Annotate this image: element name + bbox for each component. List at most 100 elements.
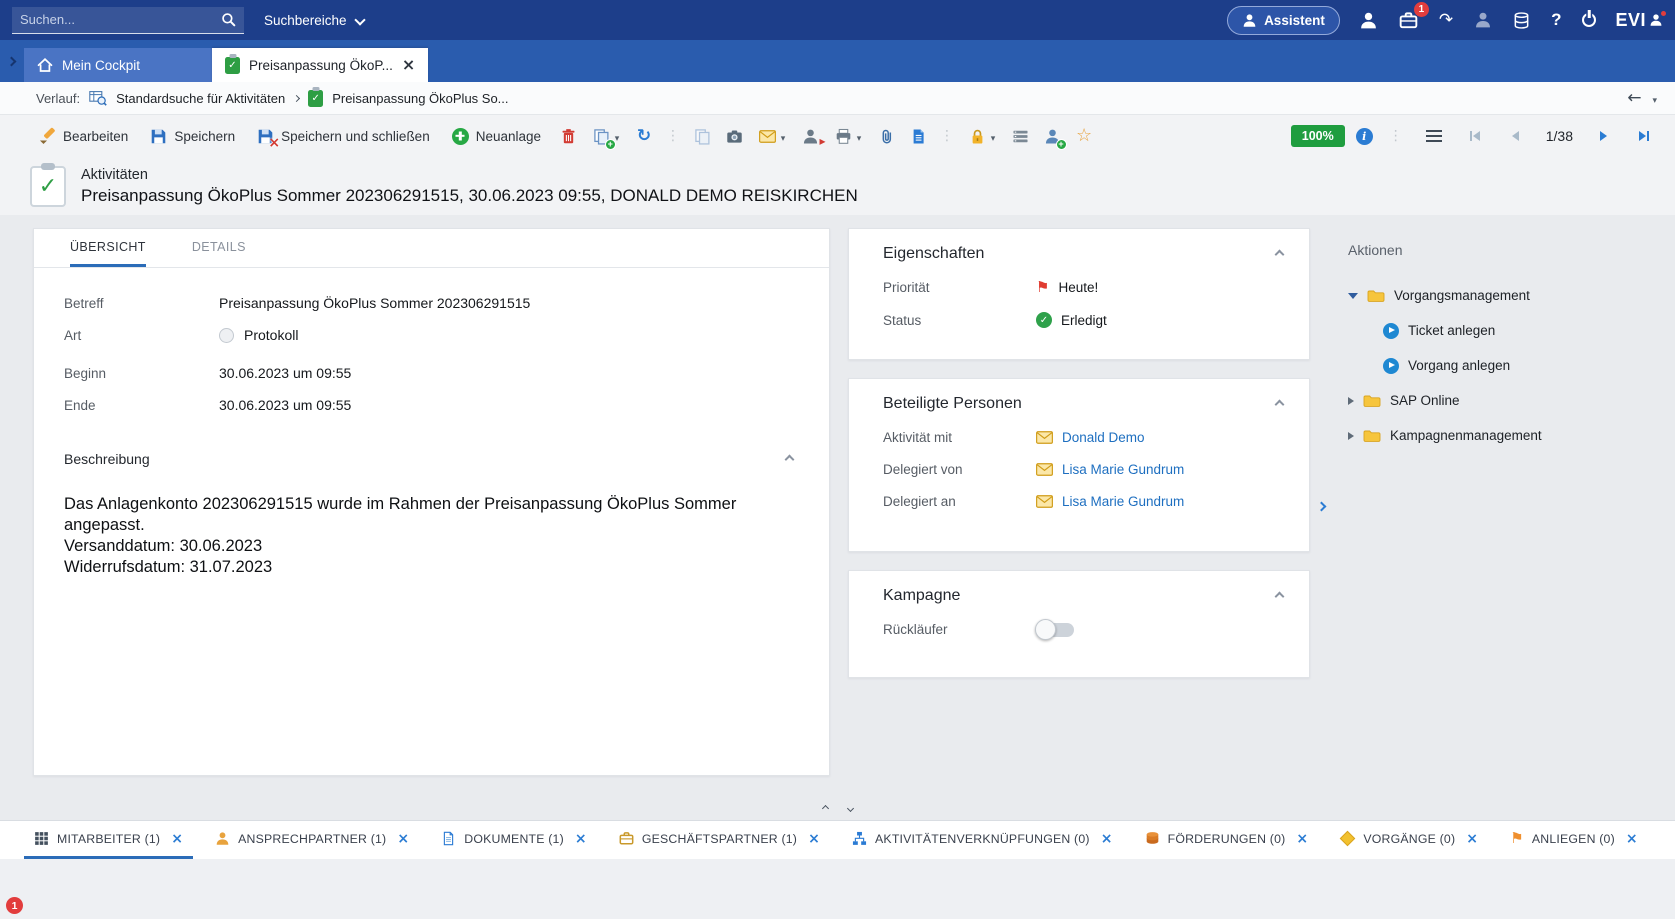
info-icon[interactable] <box>1356 128 1373 145</box>
next-page-button[interactable] <box>1588 121 1618 151</box>
bottom-tab-mitarbeiter[interactable]: MITARBEITER (1) <box>24 821 193 859</box>
splitter-up-icon[interactable] <box>821 804 828 811</box>
prioritaet-value: Heute! <box>1058 280 1098 295</box>
breadcrumb-item-search[interactable]: Standardsuche für Aktivitäten <box>116 91 285 106</box>
toolbar-separator <box>940 129 954 143</box>
close-tab-icon[interactable] <box>1466 831 1478 847</box>
help-button[interactable]: ? <box>1549 8 1563 32</box>
envelope-icon[interactable] <box>1036 463 1053 476</box>
status-check-icon <box>1036 312 1052 328</box>
close-tab-icon[interactable] <box>171 831 183 847</box>
back-icon[interactable] <box>1627 90 1641 107</box>
save-button[interactable]: Speichern <box>140 121 245 151</box>
collapse-card-icon[interactable] <box>1275 591 1285 601</box>
bottom-tab-vorgaenge[interactable]: VORGÄNGE (0) <box>1330 821 1488 859</box>
add-person-button[interactable] <box>1037 121 1067 151</box>
tree-folder-kampagnenmanagement[interactable]: Kampagnenmanagement <box>1330 418 1674 453</box>
tree-folder-vorgangsmanagement[interactable]: Vorgangsmanagement <box>1330 278 1674 313</box>
tab-preisanpassung[interactable]: Preisanpassung ÖkoP... <box>212 48 428 82</box>
bottom-tab-aktivitaetenverknuepfungen[interactable]: AKTIVITÄTENVERKNÜPFUNGEN (0) <box>842 821 1123 859</box>
chevron-collapsed-icon[interactable] <box>1348 432 1354 440</box>
tree-action-ticket-anlegen[interactable]: Ticket anlegen <box>1330 313 1674 348</box>
activity-icon <box>225 57 240 74</box>
dropdown-icon[interactable] <box>781 128 786 144</box>
search-icon[interactable] <box>221 12 236 27</box>
chevron-collapsed-icon[interactable] <box>1348 397 1354 405</box>
search-areas-dropdown[interactable]: Suchbereiche <box>264 13 364 28</box>
close-tab-icon[interactable] <box>402 57 415 73</box>
refresh-button[interactable] <box>629 121 659 151</box>
prev-page-button[interactable] <box>1501 121 1531 151</box>
lock-button[interactable] <box>961 121 1003 151</box>
person-link[interactable]: Lisa Marie Gundrum <box>1062 462 1184 477</box>
collapse-beschreibung-icon[interactable] <box>785 454 795 464</box>
person-link[interactable]: Lisa Marie Gundrum <box>1062 494 1184 509</box>
protokoll-radio[interactable] <box>219 328 234 343</box>
bottom-tab-anliegen[interactable]: ANLIEGEN (0) <box>1500 821 1648 859</box>
history-dropdown-icon[interactable] <box>1652 91 1657 106</box>
bottom-tab-label: ANSPRECHPARTNER (1) <box>238 832 386 846</box>
export-contact-button[interactable] <box>795 121 825 151</box>
bottom-tab-foerderungen[interactable]: FÖRDERUNGEN (0) <box>1135 821 1319 859</box>
aktionen-panel: Aktionen Vorgangsmanagement Ticket anleg… <box>1330 215 1674 819</box>
document-button[interactable] <box>903 121 933 151</box>
tab-details[interactable]: DETAILS <box>192 229 246 267</box>
photo-button[interactable] <box>719 121 749 151</box>
sidebar-expand-icon[interactable] <box>7 56 17 66</box>
activity-search-icon <box>89 90 107 106</box>
panel-splitter <box>0 800 1675 816</box>
queue-button[interactable] <box>1005 121 1035 151</box>
envelope-icon[interactable] <box>1036 495 1053 508</box>
splitter-down-icon[interactable] <box>846 804 853 811</box>
email-button[interactable] <box>751 121 793 151</box>
copy-new-button[interactable] <box>585 121 627 151</box>
bottom-tab-dokumente[interactable]: DOKUMENTE (1) <box>431 821 597 859</box>
close-tab-icon[interactable] <box>397 831 409 847</box>
breadcrumb-item-current[interactable]: Preisanpassung ÖkoPlus So... <box>332 91 508 106</box>
close-tab-icon[interactable] <box>575 831 587 847</box>
attachment-button[interactable] <box>871 121 901 151</box>
tree-action-vorgang-anlegen[interactable]: Vorgang anlegen <box>1330 348 1674 383</box>
bottom-tab-ansprechpartner[interactable]: ANSPRECHPARTNER (1) <box>205 821 419 859</box>
delete-button[interactable] <box>553 121 583 151</box>
copy-button[interactable] <box>687 121 717 151</box>
person-link[interactable]: Donald Demo <box>1062 430 1145 445</box>
collapse-card-icon[interactable] <box>1275 249 1285 259</box>
print-button[interactable] <box>827 121 869 151</box>
chevron-expanded-icon[interactable] <box>1348 293 1358 299</box>
user-button[interactable] <box>1357 9 1380 32</box>
last-page-button[interactable] <box>1629 121 1659 151</box>
ende-value: 30.06.2023 um 09:55 <box>219 397 351 413</box>
menu-button[interactable] <box>1419 121 1449 151</box>
dropdown-icon[interactable] <box>991 128 996 144</box>
global-search[interactable] <box>12 7 244 34</box>
close-tab-icon[interactable] <box>1626 831 1638 847</box>
close-tab-icon[interactable] <box>1296 831 1308 847</box>
envelope-icon[interactable] <box>1036 431 1053 444</box>
search-input[interactable] <box>20 12 221 27</box>
new-button[interactable]: Neuanlage <box>442 121 551 151</box>
eigenschaften-card: Eigenschaften Priorität Heute! Status Er… <box>848 228 1310 360</box>
collapse-card-icon[interactable] <box>1275 399 1285 409</box>
locked-user-button[interactable] <box>1472 9 1494 31</box>
ansprechpartner-icon <box>215 831 230 846</box>
dropdown-icon[interactable] <box>857 128 862 144</box>
favorite-button[interactable] <box>1069 121 1099 151</box>
bottom-tab-geschaeftspartner[interactable]: GESCHÄFTSPARTNER (1) <box>609 821 830 859</box>
first-page-button[interactable] <box>1460 121 1490 151</box>
close-tab-icon[interactable] <box>1101 831 1113 847</box>
server-button[interactable] <box>1511 10 1532 31</box>
close-tab-icon[interactable] <box>808 831 820 847</box>
ruecklaeufer-toggle[interactable] <box>1038 623 1074 637</box>
logout-button[interactable] <box>1580 11 1598 29</box>
tab-uebersicht[interactable]: ÜBERSICHT <box>70 229 146 267</box>
briefcase-button[interactable]: 1 <box>1397 9 1420 32</box>
tree-folder-sap-online[interactable]: SAP Online <box>1330 383 1674 418</box>
assistent-button[interactable]: Assistent <box>1227 6 1340 35</box>
field-betreff: Betreff Preisanpassung ÖkoPlus Sommer 20… <box>64 295 829 311</box>
redo-button[interactable] <box>1437 10 1455 31</box>
edit-button[interactable]: Bearbeiten <box>30 121 138 151</box>
save-close-button[interactable]: Speichern und schließen <box>247 121 440 151</box>
tab-mein-cockpit[interactable]: Mein Cockpit <box>24 48 212 82</box>
card-title: Beteiligte Personen <box>883 395 1022 413</box>
